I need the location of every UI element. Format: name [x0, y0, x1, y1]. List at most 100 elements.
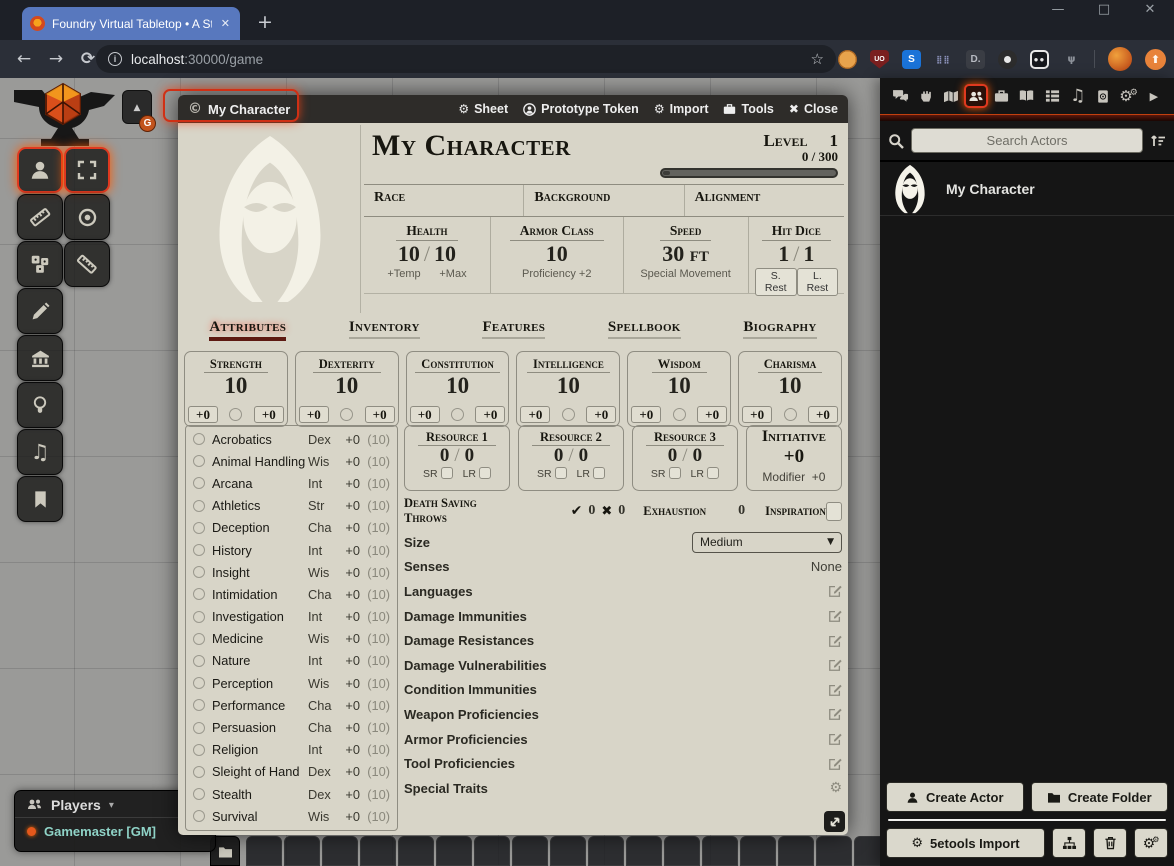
proficiency-radio[interactable]	[193, 722, 205, 734]
short-rest-checkbox[interactable]	[441, 467, 453, 479]
death-failure-icon[interactable]: ✖	[601, 504, 612, 519]
max-hp-field[interactable]: +Max	[439, 268, 466, 280]
macro-slot[interactable]	[246, 836, 282, 866]
macro-slot[interactable]	[664, 836, 700, 866]
ability-block[interactable]: Intelligence 10 +0 +0	[516, 351, 620, 427]
skill-name[interactable]: Investigation	[212, 609, 308, 624]
window-maximize-icon[interactable]: □	[1094, 2, 1114, 17]
game-canvas[interactable]: ▲ ♫	[0, 78, 1174, 866]
trait-row[interactable]: Languages ▼ ⚙	[404, 579, 842, 604]
special-movement-field[interactable]: Special Movement	[640, 268, 731, 280]
ability-mod[interactable]: +0	[697, 406, 727, 423]
short-rest-checkbox[interactable]	[669, 467, 681, 479]
skill-name[interactable]: Religion	[212, 742, 308, 757]
macro-slot[interactable]	[550, 836, 586, 866]
skill-row[interactable]: Acrobatics Dex +0 (10)	[186, 428, 397, 450]
skill-name[interactable]: Intimidation	[212, 587, 308, 602]
level-display[interactable]: Level1	[660, 131, 838, 151]
select-tool-button[interactable]	[64, 147, 110, 193]
ability-score[interactable]: 10	[185, 373, 287, 398]
profile-avatar[interactable]	[1108, 47, 1132, 71]
tab-settings[interactable]: ⚙⚙	[1117, 84, 1141, 108]
macro-slot[interactable]	[436, 836, 472, 866]
eye-extension-icon[interactable]	[998, 50, 1017, 69]
trait-row[interactable]: Condition Immunities ▼ ⚙	[404, 678, 842, 703]
skill-name[interactable]: History	[212, 543, 308, 558]
proficiency-radio[interactable]	[193, 788, 205, 800]
proficiency-radio[interactable]	[193, 477, 205, 489]
ability-save[interactable]: +0	[631, 406, 661, 423]
token-controls-button[interactable]	[17, 147, 63, 193]
skill-name[interactable]: Persuasion	[212, 720, 308, 735]
trait-row[interactable]: Damage Vulnerabilities ▼ ⚙	[404, 653, 842, 678]
ability-name[interactable]: Wisdom	[652, 357, 707, 373]
resource-value[interactable]: 0	[440, 445, 450, 466]
proficiency-radio[interactable]	[193, 588, 205, 600]
trait-row[interactable]: Size Medium▼ Medium ⚙	[404, 530, 842, 555]
settings-button[interactable]: ⚙⚙	[1134, 828, 1168, 858]
actor-name[interactable]: My Character	[946, 181, 1035, 197]
ruler-diagonal-button[interactable]	[64, 241, 110, 287]
resource-box[interactable]: Resource 30/0SRLR	[632, 425, 738, 491]
detail-field[interactable]: Race	[364, 185, 523, 216]
new-tab-button[interactable]: +	[252, 10, 278, 36]
fork-extension-icon[interactable]: ψ	[1062, 50, 1081, 69]
proficiency-radio[interactable]	[193, 810, 205, 822]
window-header[interactable]: © My Character ⚙Sheet Prototype Token ⚙I…	[178, 95, 848, 123]
long-rest-checkbox[interactable]	[479, 467, 491, 479]
ability-block[interactable]: Constitution 10 +0 +0	[406, 351, 510, 427]
skill-row[interactable]: Medicine Wis +0 (10)	[186, 628, 397, 650]
skill-row[interactable]: Nature Int +0 (10)	[186, 650, 397, 672]
resource-label[interactable]: Resource 2	[532, 430, 610, 446]
sheet-tab[interactable]: Biography	[743, 319, 816, 346]
measure-controls-button[interactable]	[17, 194, 63, 240]
trait-row[interactable]: Senses None▼ None ⚙	[404, 555, 842, 580]
tab-chat[interactable]	[888, 84, 912, 108]
skill-name[interactable]: Animal Handling	[212, 454, 308, 469]
edit-icon[interactable]	[828, 732, 842, 746]
ability-save[interactable]: +0	[742, 406, 772, 423]
site-info-icon[interactable]: i	[108, 52, 122, 66]
window-minimize-icon[interactable]: —	[1048, 2, 1068, 17]
macro-slot[interactable]	[284, 836, 320, 866]
ability-block[interactable]: Dexterity 10 +0 +0	[295, 351, 399, 427]
macro-slot[interactable]	[360, 836, 396, 866]
prototype-token-button[interactable]: Prototype Token	[523, 102, 639, 116]
trait-row[interactable]: Tool Proficiencies ▼ ⚙	[404, 751, 842, 776]
skill-row[interactable]: Perception Wis +0 (10)	[186, 672, 397, 694]
long-rest-button[interactable]: L. Rest	[797, 268, 838, 296]
s-extension-icon[interactable]: S	[902, 50, 921, 69]
skill-name[interactable]: Nature	[212, 653, 308, 668]
tab-actors[interactable]	[964, 84, 988, 108]
size-select[interactable]: Medium▼	[692, 532, 842, 553]
ability-name[interactable]: Dexterity	[313, 357, 381, 373]
skill-name[interactable]: Survival	[212, 809, 308, 824]
sheet-tab[interactable]: Inventory	[349, 319, 420, 346]
skill-name[interactable]: Performance	[212, 698, 308, 713]
skill-row[interactable]: Persuasion Cha +0 (10)	[186, 716, 397, 738]
trait-row[interactable]: Weapon Proficiencies ▼ ⚙	[404, 702, 842, 727]
trait-row[interactable]: Armor Proficiencies ▼ ⚙	[404, 727, 842, 752]
skill-row[interactable]: Sleight of Hand Dex +0 (10)	[186, 761, 397, 783]
long-rest-checkbox[interactable]	[593, 467, 605, 479]
ability-score[interactable]: 10	[296, 373, 398, 398]
proficiency-radio[interactable]	[193, 522, 205, 534]
resource-value[interactable]: 0	[668, 445, 678, 466]
proficiency-radio[interactable]	[193, 699, 205, 711]
detail-field[interactable]: Alignment	[684, 185, 844, 216]
ability-name[interactable]: Charisma	[758, 357, 823, 373]
search-input[interactable]	[911, 128, 1143, 153]
skill-row[interactable]: Animal Handling Wis +0 (10)	[186, 450, 397, 472]
tab-combat[interactable]	[913, 84, 937, 108]
tab-close-icon[interactable]: ✕	[219, 17, 232, 30]
skill-row[interactable]: Investigation Int +0 (10)	[186, 606, 397, 628]
skill-row[interactable]: Arcana Int +0 (10)	[186, 472, 397, 494]
tab-tables[interactable]	[1040, 84, 1064, 108]
sheet-tab[interactable]: Features	[482, 319, 545, 346]
proficiency-radio[interactable]	[784, 408, 797, 421]
proficiency-radio[interactable]	[193, 611, 205, 623]
health-stat[interactable]: Health 10/10 +Temp+Max	[364, 217, 490, 293]
create-folder-button[interactable]: Create Folder	[1031, 782, 1169, 812]
skill-row[interactable]: Religion Int +0 (10)	[186, 739, 397, 761]
dice-tray-button[interactable]	[17, 241, 63, 287]
